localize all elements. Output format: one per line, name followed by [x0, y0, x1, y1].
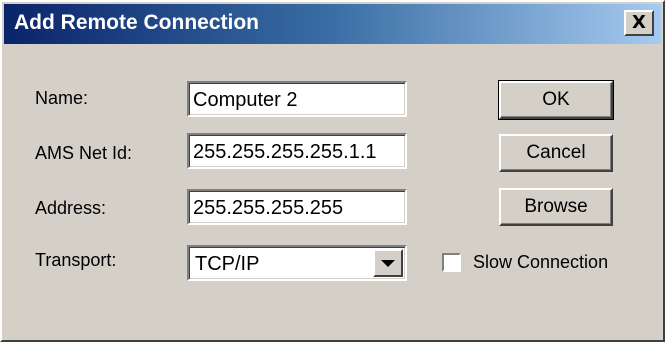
name-input[interactable] [193, 87, 403, 113]
transport-dropdown-button[interactable] [373, 249, 403, 277]
ams-net-id-label: AMS Net Id: [35, 143, 133, 163]
close-button[interactable]: X [624, 10, 654, 36]
add-remote-connection-dialog: Add Remote Connection X Name: AMS Net Id… [0, 0, 665, 342]
ams-net-id-field[interactable] [187, 133, 407, 169]
address-input[interactable] [193, 195, 403, 221]
slow-connection-checkbox[interactable] [442, 253, 461, 272]
address-label: Address: [35, 198, 107, 218]
close-icon: X [632, 12, 646, 33]
transport-select[interactable]: TCP/IP [187, 245, 407, 281]
cancel-button-label: Cancel [526, 142, 586, 163]
chevron-down-icon [381, 260, 395, 267]
name-field[interactable] [187, 81, 407, 117]
transport-selected-value: TCP/IP [195, 253, 260, 275]
window-title: Add Remote Connection [14, 11, 259, 34]
ams-net-id-input[interactable] [193, 139, 403, 165]
cancel-button[interactable]: Cancel [499, 134, 613, 172]
ok-button[interactable]: OK [498, 80, 614, 120]
browse-button-label: Browse [524, 196, 588, 217]
name-label: Name: [35, 88, 89, 108]
address-field[interactable] [187, 189, 407, 225]
title-bar[interactable]: Add Remote Connection X [4, 4, 661, 44]
transport-label: Transport: [35, 250, 117, 270]
browse-button[interactable]: Browse [499, 188, 613, 226]
ok-button-label: OK [542, 89, 570, 110]
slow-connection-label[interactable]: Slow Connection [473, 252, 608, 273]
